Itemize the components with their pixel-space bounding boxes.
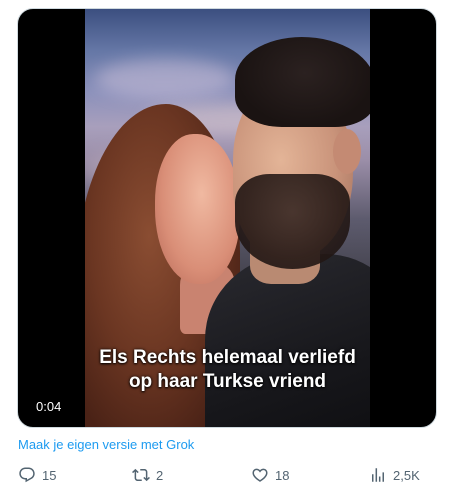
views-count: 2,5K	[393, 467, 420, 483]
repost-icon	[132, 468, 150, 482]
reply-button[interactable]: 15	[18, 464, 56, 486]
video-subtitle-line-1: Els Rechts helemaal verliefd	[99, 347, 356, 368]
man-ear	[333, 129, 361, 174]
video-subtitle-line-2: op haar Turkse vriend	[128, 371, 327, 392]
reply-icon	[19, 467, 35, 483]
woman-face	[155, 134, 240, 284]
repost-button[interactable]: 2	[132, 464, 163, 486]
video-frame[interactable]: Els Rechts helemaal verliefd op haar Tur…	[85, 9, 370, 427]
tweet-action-bar: 15 2 18 2,5K	[0, 464, 469, 486]
grok-edit-link[interactable]: Maak je eigen versie met Grok	[18, 437, 194, 453]
views-button[interactable]: 2,5K	[369, 464, 420, 486]
heart-icon	[252, 468, 268, 482]
video-player[interactable]: Els Rechts helemaal verliefd op haar Tur…	[17, 8, 437, 428]
like-count: 18	[275, 467, 290, 483]
sky-cloud	[95, 59, 235, 99]
man-hair	[235, 37, 370, 127]
repost-count: 2	[156, 467, 164, 483]
video-timestamp: 0:04	[32, 398, 66, 416]
analytics-icon	[372, 468, 384, 482]
like-button[interactable]: 18	[251, 464, 289, 486]
man-beard	[235, 174, 350, 269]
reply-count: 15	[42, 467, 57, 483]
